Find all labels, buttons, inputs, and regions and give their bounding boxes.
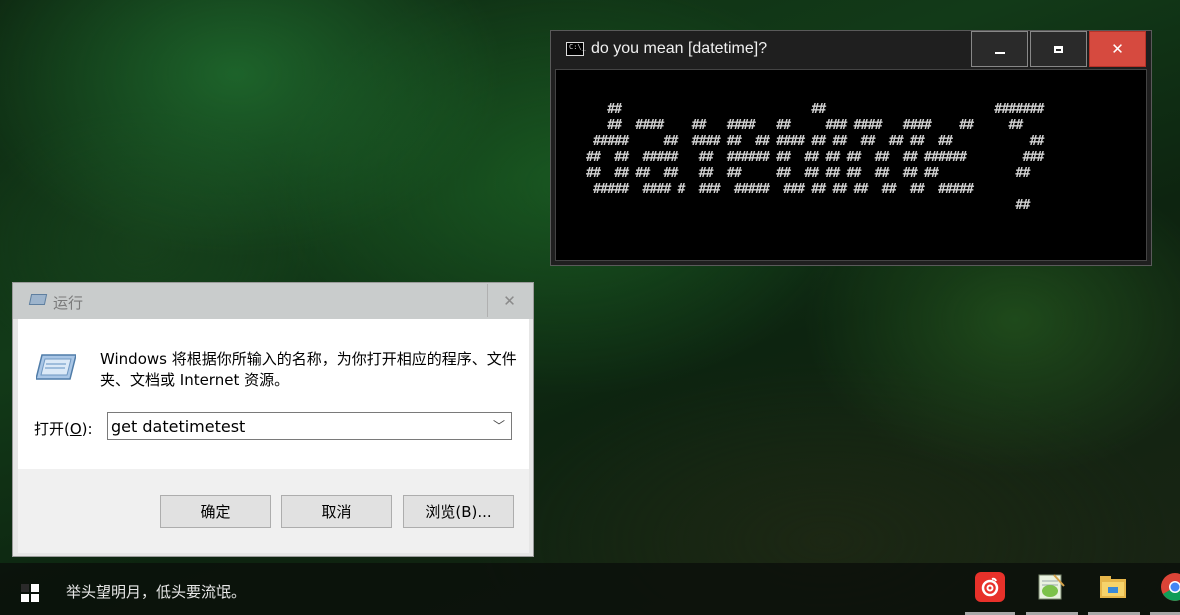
minimize-icon	[994, 52, 1005, 54]
open-label: 打开(O):	[34, 420, 93, 438]
ascii-art-text: ## ## ####### ## #### ## #### ## ### ###…	[586, 102, 1044, 213]
start-tile	[21, 594, 29, 602]
console-titlebar[interactable]: C:\_ do you mean [datetime]? ✕	[551, 31, 1151, 69]
start-tile	[21, 584, 29, 592]
start-tile	[31, 584, 39, 592]
chrome-icon[interactable]	[1160, 572, 1180, 602]
close-button[interactable]: ✕	[1089, 31, 1146, 67]
taskbar: 举头望明月，低头要流氓。	[0, 563, 1180, 615]
maximize-icon	[1054, 45, 1063, 53]
netease-logo	[981, 577, 999, 597]
run-dialog: 运行 ✕ Windows 将根据你所输入的名称，为你打开相应的程序、文件夹、文档…	[12, 282, 534, 557]
close-icon: ✕	[1111, 40, 1124, 58]
console-title: do you mean [datetime]?	[591, 40, 768, 57]
run-top-panel: Windows 将根据你所输入的名称，为你打开相应的程序、文件夹、文档或 Int…	[18, 319, 529, 469]
run-title: 运行	[53, 294, 84, 312]
open-input[interactable]	[111, 415, 481, 437]
file-explorer-icon[interactable]	[1098, 572, 1128, 602]
ok-button[interactable]: 确定	[160, 495, 271, 528]
run-content: Windows 将根据你所输入的名称，为你打开相应的程序、文件夹、文档或 Int…	[18, 319, 529, 553]
command-prompt-icon: C:\_	[566, 42, 586, 56]
cancel-button[interactable]: 取消	[281, 495, 392, 528]
maximize-button[interactable]	[1030, 31, 1087, 67]
run-app-icon	[36, 354, 76, 380]
open-combobox[interactable]: ﹀	[107, 412, 512, 440]
minimize-button[interactable]	[971, 31, 1028, 67]
notepad-plus-icon[interactable]	[1036, 572, 1066, 602]
console-output[interactable]: ## ## ####### ## #### ## #### ## ### ###…	[555, 69, 1147, 261]
browse-button[interactable]: 浏览(B)...	[403, 495, 514, 528]
console-window: C:\_ do you mean [datetime]? ✕ ## ## ###…	[550, 30, 1152, 266]
close-icon: ✕	[503, 291, 516, 310]
run-icon	[28, 294, 48, 305]
taskbar-status-text: 举头望明月，低头要流氓。	[66, 583, 247, 601]
start-icon[interactable]	[21, 584, 39, 602]
start-tile	[31, 594, 39, 602]
run-description: Windows 将根据你所输入的名称，为你打开相应的程序、文件夹、文档或 Int…	[100, 350, 517, 389]
run-close-button[interactable]: ✕	[487, 284, 531, 317]
run-titlebar[interactable]: 运行 ✕	[13, 283, 533, 319]
chevron-down-icon[interactable]: ﹀	[493, 417, 505, 434]
netease-music-icon[interactable]	[975, 572, 1005, 602]
